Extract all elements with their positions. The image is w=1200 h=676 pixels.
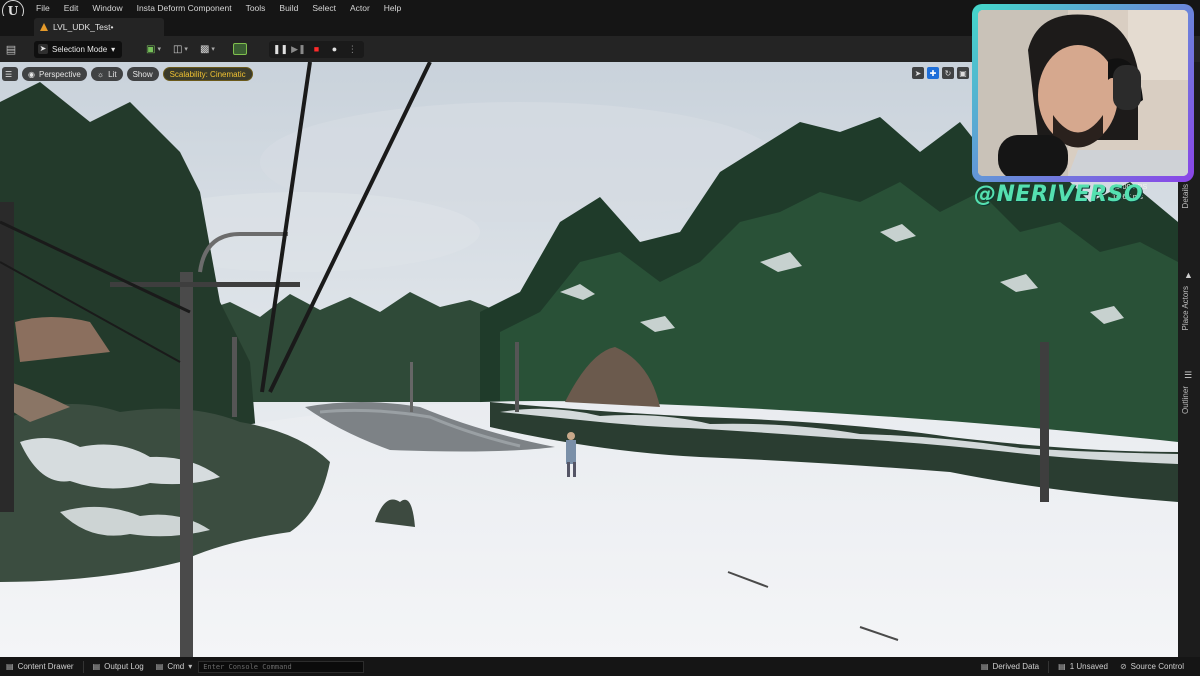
output-log-button[interactable]: ▤ Output Log [87, 657, 150, 676]
level-icon [40, 23, 48, 31]
place-actors-icon: ▲ [1184, 270, 1193, 280]
menu-items: File Edit Window Insta Deform Component … [36, 3, 401, 13]
place-actors-tab[interactable]: Place Actors [1181, 286, 1190, 330]
status-bar: ▤ Content Drawer ▤ Output Log ▤ Cmd ▾ En… [0, 657, 1200, 676]
perspective-label: Perspective [38, 69, 81, 79]
lit-button[interactable]: ☼ Lit [90, 67, 123, 81]
status-right: ▤ Derived Data ▤ 1 Unsaved ⊘ Source Cont… [975, 657, 1190, 676]
show-label: Show [132, 69, 153, 79]
viewport-menu-button[interactable]: ☰ [2, 67, 18, 81]
show-button[interactable]: Show [126, 67, 159, 81]
play-controls: ❚❚ ▶❚ ■ ● ⋮ [268, 40, 364, 58]
gamepad-icon[interactable]: ● [327, 43, 342, 56]
blueprint-icon: ◫ [172, 43, 183, 55]
select-tool-icon[interactable]: ➤ [912, 67, 924, 79]
perspective-button[interactable]: ◉ Perspective [22, 67, 87, 81]
blueprints-button[interactable]: ◫ ▾ [173, 44, 188, 55]
drawer-icon: ▤ [6, 662, 14, 671]
menu-select[interactable]: Select [312, 3, 336, 13]
selection-mode-dropdown[interactable]: ➤ Selection Mode ▾ [34, 40, 122, 58]
streamer-image [978, 10, 1188, 176]
chevron-down-icon: ▾ [111, 44, 116, 54]
hamburger-icon: ☰ [5, 69, 13, 79]
step-icon[interactable]: ▶❚ [291, 43, 306, 56]
scalability-label: Scalability: Cinematic [169, 69, 246, 79]
menu-edit[interactable]: Edit [64, 3, 79, 13]
source-control-label: Source Control [1130, 662, 1184, 671]
tab-title: LVL_UDK_Test• [53, 22, 114, 32]
platforms-icon[interactable] [232, 43, 247, 55]
scalability-badge[interactable]: Scalability: Cinematic [162, 67, 253, 81]
menu-tools[interactable]: Tools [246, 3, 266, 13]
lit-label: Lit [108, 69, 117, 79]
content-drawer-label: Content Drawer [17, 662, 74, 671]
cursor-icon: ➤ [38, 44, 48, 54]
pause-icon[interactable]: ❚❚ [273, 43, 288, 56]
chevron-down-icon: ▾ [184, 46, 188, 53]
add-cube-icon: ▣ [146, 43, 156, 55]
menu-build[interactable]: Build [279, 3, 298, 13]
unsaved-button[interactable]: ▤ 1 Unsaved [1052, 657, 1114, 676]
stop-icon[interactable]: ■ [309, 43, 324, 56]
file-icon: ▤ [1058, 662, 1066, 671]
log-icon: ▤ [92, 662, 101, 671]
cinematics-button[interactable]: ▩ ▾ [200, 44, 215, 55]
selection-mode-label: Selection Mode [52, 44, 108, 54]
menu-insta-deform[interactable]: Insta Deform Component [137, 3, 232, 13]
unsaved-label: 1 Unsaved [1069, 662, 1108, 671]
camera-icon: ◉ [28, 69, 35, 79]
chevron-down-icon: ▾ [211, 46, 215, 53]
cmd-label: Cmd [167, 662, 185, 671]
scale-tool-icon[interactable]: ▣ [957, 67, 969, 79]
derived-data-label: Derived Data [992, 662, 1040, 671]
output-log-label: Output Log [104, 662, 144, 671]
clapper-icon: ▩ [199, 43, 210, 55]
viewport-toolbar: ☰ ◉ Perspective ☼ Lit Show Scalability: … [0, 67, 253, 81]
sun-icon: ☼ [96, 69, 105, 79]
menu-window[interactable]: Window [92, 3, 122, 13]
derived-data-icon: ▤ [980, 662, 989, 671]
cmd-dropdown[interactable]: ▤ Cmd ▾ [150, 657, 198, 676]
webcam-feed [978, 10, 1188, 176]
separator [82, 660, 84, 673]
menu-actor[interactable]: Actor [350, 3, 370, 13]
menu-file[interactable]: File [36, 3, 50, 13]
terminal-icon: ▤ [155, 662, 164, 671]
separator [1048, 660, 1050, 673]
source-control-icon: ⊘ [1119, 662, 1127, 671]
derived-data-button[interactable]: ▤ Derived Data [975, 657, 1045, 676]
menu-help[interactable]: Help [384, 3, 401, 13]
move-tool-icon[interactable]: ✚ [927, 67, 939, 79]
more-options-icon[interactable]: ⋮ [345, 43, 360, 56]
console-input[interactable]: Enter Console Command [198, 660, 365, 673]
chevron-down-icon: ▾ [157, 46, 161, 53]
rotate-tool-icon[interactable]: ↻ [942, 67, 954, 79]
outliner-icon: ☰ [1184, 370, 1193, 380]
transform-tools: ➤ ✚ ↻ ▣ [912, 67, 969, 81]
source-control-button[interactable]: ⊘ Source Control [1114, 657, 1190, 676]
streamer-handle: @NERIVERSO [974, 182, 1144, 207]
add-actor-button[interactable]: ▣ ▾ [146, 44, 161, 55]
tab-level[interactable]: LVL_UDK_Test• [34, 18, 164, 36]
chevron-down-icon: ▾ [188, 662, 193, 671]
details-tab[interactable]: Details [1181, 184, 1190, 208]
save-icon[interactable]: ▤ [4, 42, 18, 56]
content-drawer-button[interactable]: ▤ Content Drawer [0, 657, 80, 676]
webcam-overlay [972, 4, 1194, 182]
outliner-tab[interactable]: Outliner [1181, 386, 1190, 414]
